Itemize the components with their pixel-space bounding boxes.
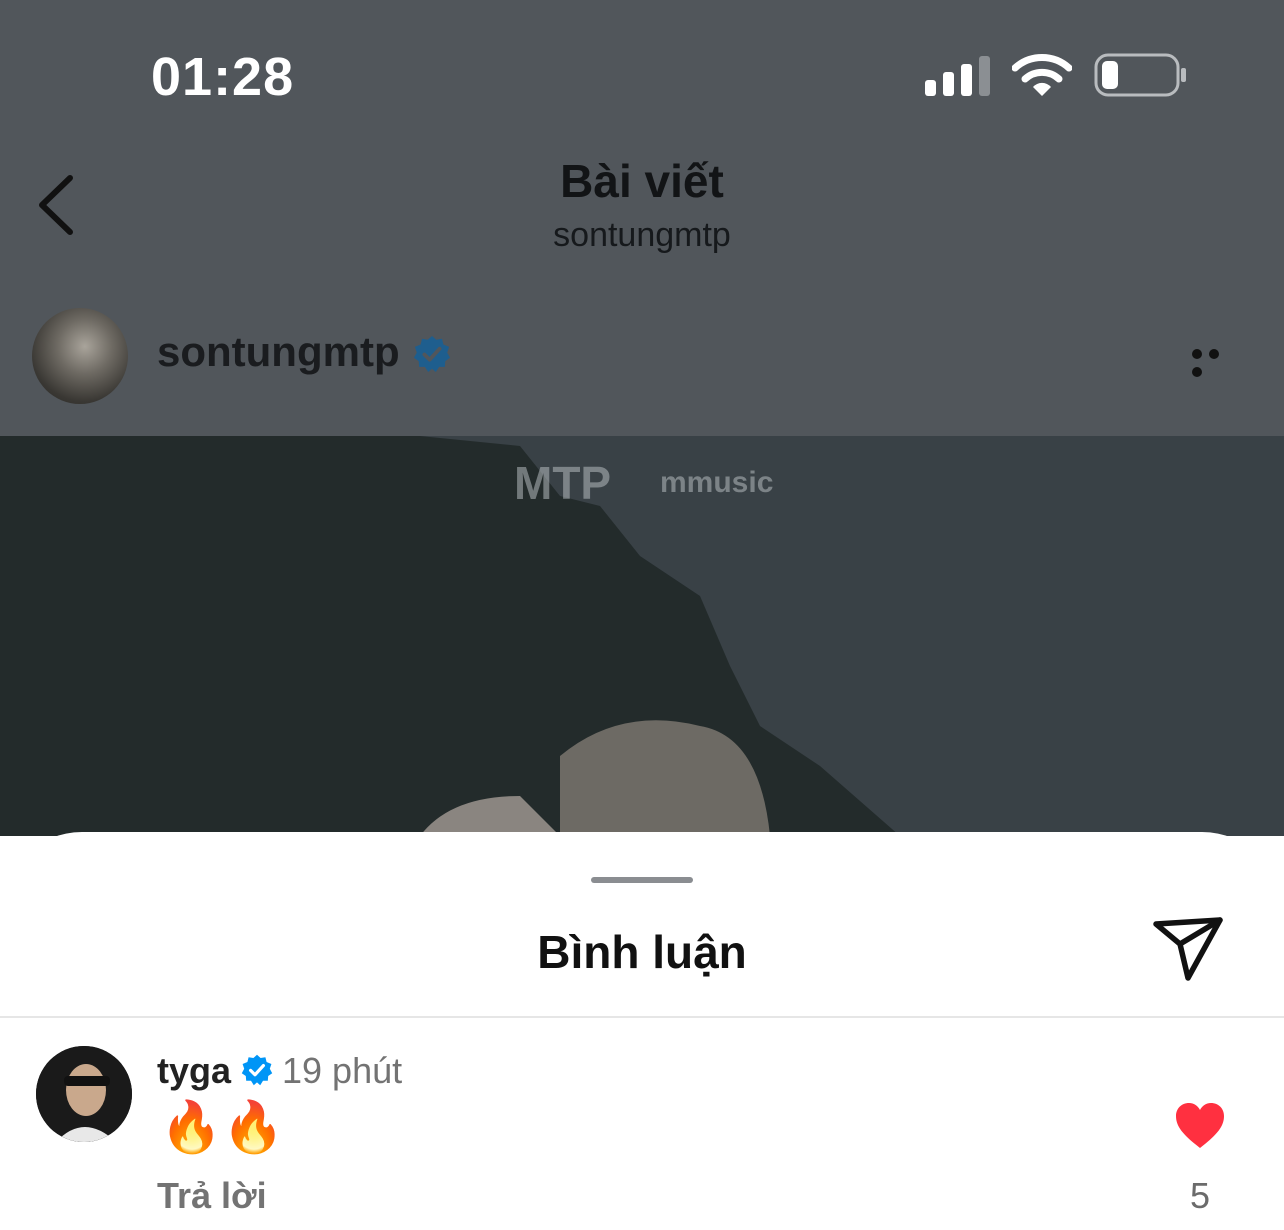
comments-title: Bình luận bbox=[537, 926, 747, 978]
reply-button[interactable]: Trả lời bbox=[157, 1175, 267, 1217]
post-author-username[interactable]: sontungmtp bbox=[157, 328, 400, 376]
battery-icon bbox=[1094, 53, 1186, 97]
sheet-grab-handle[interactable] bbox=[591, 877, 693, 883]
photo-scene bbox=[0, 436, 1284, 836]
watermark-mtp: MTP bbox=[514, 457, 612, 509]
comment-text: 🔥🔥 bbox=[160, 1099, 285, 1155]
share-send-icon[interactable] bbox=[1150, 914, 1226, 984]
verified-badge-icon bbox=[413, 335, 451, 373]
status-time: 01:28 bbox=[151, 47, 295, 107]
post-photo: MTP mmusic bbox=[0, 436, 1284, 836]
cellular-signal-icon bbox=[925, 56, 990, 96]
post-author-avatar[interactable] bbox=[32, 308, 128, 404]
commenter-username[interactable]: tyga bbox=[157, 1050, 231, 1092]
like-count: 5 bbox=[1189, 1175, 1211, 1216]
post-header-area: 01:28 Bài viết sontungmtp sontungmtp bbox=[0, 0, 1284, 436]
commenter-avatar[interactable] bbox=[36, 1046, 132, 1142]
comment-timestamp: 19 phút bbox=[282, 1050, 403, 1091]
page-subtitle: sontungmtp bbox=[553, 216, 731, 254]
wifi-icon bbox=[1012, 54, 1072, 96]
sheet-divider bbox=[0, 1016, 1284, 1018]
comments-sheet bbox=[0, 832, 1284, 1230]
watermark-mmusic: mmusic bbox=[660, 466, 774, 499]
page-title: Bài viết bbox=[560, 155, 724, 207]
heart-like-icon[interactable] bbox=[1174, 1102, 1226, 1150]
commenter-avatar-image bbox=[36, 1046, 132, 1142]
more-options-icon[interactable] bbox=[1192, 346, 1242, 377]
verified-badge-icon bbox=[241, 1054, 273, 1086]
